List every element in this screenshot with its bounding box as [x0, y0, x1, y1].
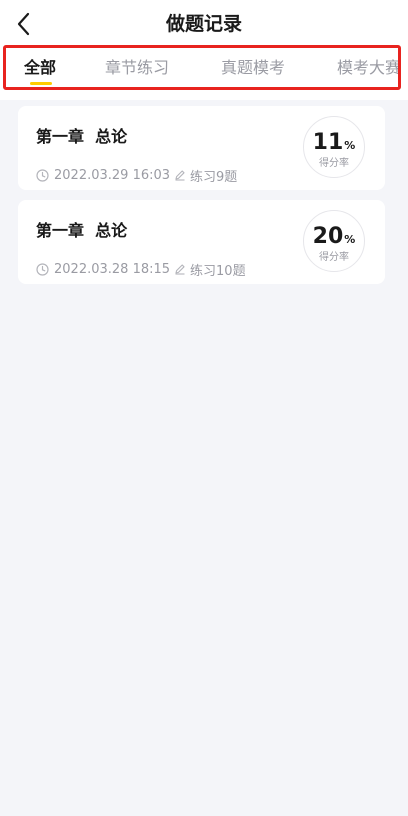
tab-all[interactable]: 全部 [24, 57, 56, 79]
record-meta: 2022.03.28 18:15 练习10题 [36, 260, 246, 279]
page-title: 做题记录 [165, 13, 242, 35]
pencil-icon [175, 170, 185, 181]
pencil-icon [175, 264, 185, 275]
active-tab-indicator [30, 82, 52, 85]
record-meta: 2022.03.29 16:03 练习9题 [36, 166, 238, 185]
header: 做题记录 全部 章节练习 真题模考 模考大赛 [0, 0, 408, 100]
clock-icon [36, 168, 49, 182]
record-exercise-count: 练习10题 [190, 263, 246, 279]
clock-icon [36, 262, 49, 276]
tab-mock-contest[interactable]: 模考大赛 [337, 57, 398, 79]
score-circle: 20% 得分率 [303, 210, 365, 272]
score-unit: % [344, 233, 356, 246]
tab-chapter-practice[interactable]: 章节练习 [105, 57, 169, 79]
record-exercise-count: 练习9题 [190, 169, 238, 185]
record-title: 第一章 总论 [36, 221, 128, 240]
record-title: 第一章 总论 [36, 127, 128, 146]
tab-bar: 全部 章节练习 真题模考 模考大赛 [3, 45, 401, 90]
record-card[interactable]: 第一章 总论 2022.03.29 16:03 练习9题 11% 得分率 [18, 106, 385, 190]
score-label: 得分率 [319, 158, 349, 169]
tab-real-exam-mock[interactable]: 真题模考 [221, 57, 285, 79]
record-card[interactable]: 第一章 总论 2022.03.28 18:15 练习10题 20% 得分率 [18, 200, 385, 284]
score-circle: 11% 得分率 [303, 116, 365, 178]
score-value: 11 [312, 130, 344, 155]
score-unit: % [344, 139, 356, 152]
record-date: 2022.03.28 18:15 [54, 261, 171, 277]
score-label: 得分率 [319, 252, 349, 263]
score-value: 20 [312, 224, 344, 249]
record-date: 2022.03.29 16:03 [54, 167, 171, 183]
